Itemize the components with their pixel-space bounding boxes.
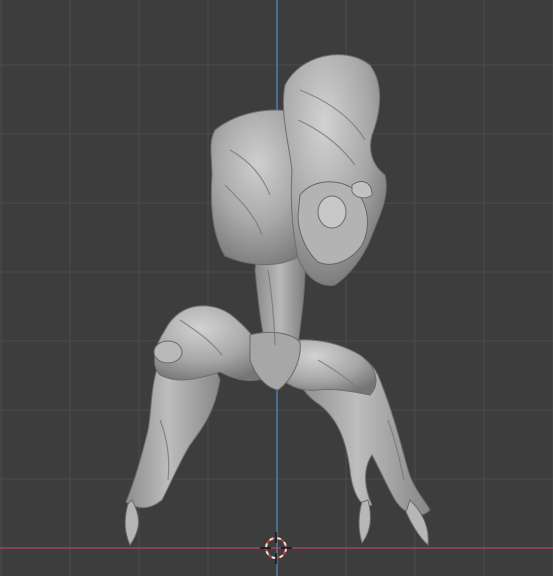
creature-left-knuckle: [153, 340, 183, 364]
creature-right-claw-inner: [358, 499, 371, 545]
creature-hand-knuckle: [317, 195, 347, 229]
3d-viewport[interactable]: [0, 0, 553, 576]
viewport-canvas[interactable]: [0, 0, 553, 576]
